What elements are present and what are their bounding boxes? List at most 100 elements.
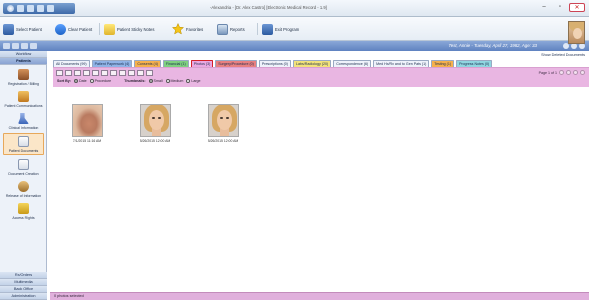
back-icon[interactable] [12,43,19,49]
patient-photo [568,21,585,44]
clear-patient-button[interactable]: Clear Patient [55,23,92,35]
size-medium-radio[interactable]: Medium [165,79,183,83]
sort-label: Sort By: [57,79,71,83]
tab-med-hx-rx-and-to-gen-pats[interactable]: Med Hx/Rx and to Gen Pats (1) [373,60,430,67]
sort-date-radio[interactable]: Date [73,79,87,83]
sidebar-tab-patients[interactable]: Patients [0,58,47,65]
tab-photos[interactable]: Photos (3) [190,60,214,67]
photo-thumbnail[interactable]: 7/1/2015 11:16 AM [67,104,107,143]
tab-progress-notes[interactable]: Progress Notes (0) [456,60,493,67]
photo-thumbnail[interactable]: 5/26/2015 12:00 AM [135,104,175,143]
home-icon[interactable] [3,43,10,49]
pager-label: Page 1 of 1 [538,70,557,75]
tab-patient-paperwork[interactable]: Patient Paperwork (4) [91,60,133,67]
app-menu-icon[interactable] [7,5,14,12]
wound-photo [71,104,103,137]
exit-icon [262,23,273,35]
grid-icon[interactable] [74,70,81,76]
sidebar-item-patient-documents[interactable]: Patient Documents [3,133,44,155]
print-icon[interactable] [47,5,54,12]
select-patient-button[interactable]: Select Patient [3,23,42,35]
sidebar-item-access-rights[interactable]: Access Rights [3,201,44,221]
sidebar-bottom-tabs: Rx/Orders Multimedia Back Office Adminis… [0,272,47,300]
header-tools [3,43,37,49]
sidebar-item-release[interactable]: Release of Information [3,179,44,199]
documents-icon [18,136,29,147]
photo-tools [56,70,153,76]
delete-icon[interactable] [110,70,117,76]
layout-icon[interactable] [30,43,37,49]
sidebar-item-document-creation[interactable]: Document Creation [3,157,44,177]
refresh-icon[interactable] [37,5,44,12]
prev-page-icon[interactable] [566,70,571,75]
photos-toolbar: Page 1 of 1 Sort By: Date Procedure Thum… [53,67,589,87]
patient-header: Test, Annie - Tuesday, April 27, 1982, A… [0,41,589,51]
reports-icon [217,23,228,35]
tab-testing[interactable]: Testing (1) [431,60,455,67]
first-page-icon[interactable] [559,70,564,75]
reports-label: Reports [230,26,245,32]
maximize-button[interactable]: ▫ [553,3,567,12]
compare-icon[interactable] [146,70,153,76]
tab-prescriptions[interactable]: Prescriptions (0) [258,60,292,67]
sidebar-item-label: Clinical Information [8,126,39,130]
select-icon[interactable] [65,70,72,76]
photo-gallery: 7/1/2015 11:16 AM 5/26/2015 12:00 AM 5/2… [50,87,589,287]
sidebar-item-label: Patient Communications [4,104,43,108]
sidebar-tab-back-office[interactable]: Back Office [0,286,47,293]
sidebar-item-label: Registration / Billing [8,82,39,86]
last-page-icon[interactable] [580,70,585,75]
tab-all-documents[interactable]: All Documents (99) [53,60,90,67]
toolbar-separator [99,23,100,35]
sidebar-item-label: Release of Information [5,194,42,198]
tab-consents[interactable]: Consents (4) [134,60,161,67]
sticky-note-icon [104,23,115,35]
favorites-button[interactable]: Favorites [172,23,203,35]
communications-icon [18,91,29,102]
window-title: -Alexandria - [Dr. Alex Castro] [Electro… [210,5,327,10]
document-tabs: All Documents (99) Patient Paperwork (4) C… [53,60,493,67]
export-icon[interactable] [137,70,144,76]
view-icon[interactable] [56,70,63,76]
close-button[interactable]: ✕ [569,3,585,12]
save-icon[interactable] [17,5,24,12]
clear-patient-icon [55,23,66,35]
sort-procedure-radio[interactable]: Procedure [89,79,111,83]
email-icon[interactable] [128,70,135,76]
sidebar-item-clinical[interactable]: Clinical Information [3,111,44,131]
exit-program-button[interactable]: Exit Program [262,23,299,35]
forward-icon[interactable] [21,43,28,49]
copy-icon[interactable] [101,70,108,76]
quick-access-toolbar [3,3,75,14]
undo-icon[interactable] [27,5,34,12]
photo-thumbnail[interactable]: 5/26/2015 12:00 AM [203,104,243,143]
edit-icon[interactable] [83,70,90,76]
tab-labs-radiology[interactable]: Labs/Radiology (20) [293,60,332,67]
minimize-button[interactable]: – [537,3,551,12]
sidebar-item-registration[interactable]: Registration / Billing [3,67,44,87]
registration-icon [18,69,29,80]
tab-surgery-procedure[interactable]: Surgery/Procedure (0) [215,60,257,67]
sidebar-tab-rx-orders[interactable]: Rx/Orders [0,272,47,279]
size-small-radio[interactable]: Small [148,79,163,83]
tab-financial[interactable]: Financial (1) [162,60,189,67]
show-deleted-link[interactable]: Show Deleted Documents [541,53,585,57]
sidebar-item-communications[interactable]: Patient Communications [3,89,44,109]
document-creation-icon [18,159,29,170]
tab-correspondence[interactable]: Correspondence (6) [333,60,372,67]
size-large-radio[interactable]: Large [186,79,201,83]
clinical-icon [18,113,29,124]
clear-patient-label: Clear Patient [68,26,93,32]
next-page-icon[interactable] [573,70,578,75]
sidebar-tab-administration[interactable]: Administration [0,293,47,300]
sidebar-tab-workflow[interactable]: Workflow [0,51,47,58]
sort-options: Sort By: Date Procedure Thumbnails: Smal… [57,79,201,83]
rotate-icon[interactable] [92,70,99,76]
sidebar-tab-multimedia[interactable]: Multimedia [0,279,47,286]
sticky-notes-button[interactable]: Patient Sticky Notes [104,23,154,35]
exit-program-label: Exit Program [275,26,300,32]
sidebar: Workflow Patients Registration / Billing… [0,51,47,300]
reports-button[interactable]: Reports [217,23,245,35]
print-icon[interactable] [119,70,126,76]
face-photo [139,104,171,137]
